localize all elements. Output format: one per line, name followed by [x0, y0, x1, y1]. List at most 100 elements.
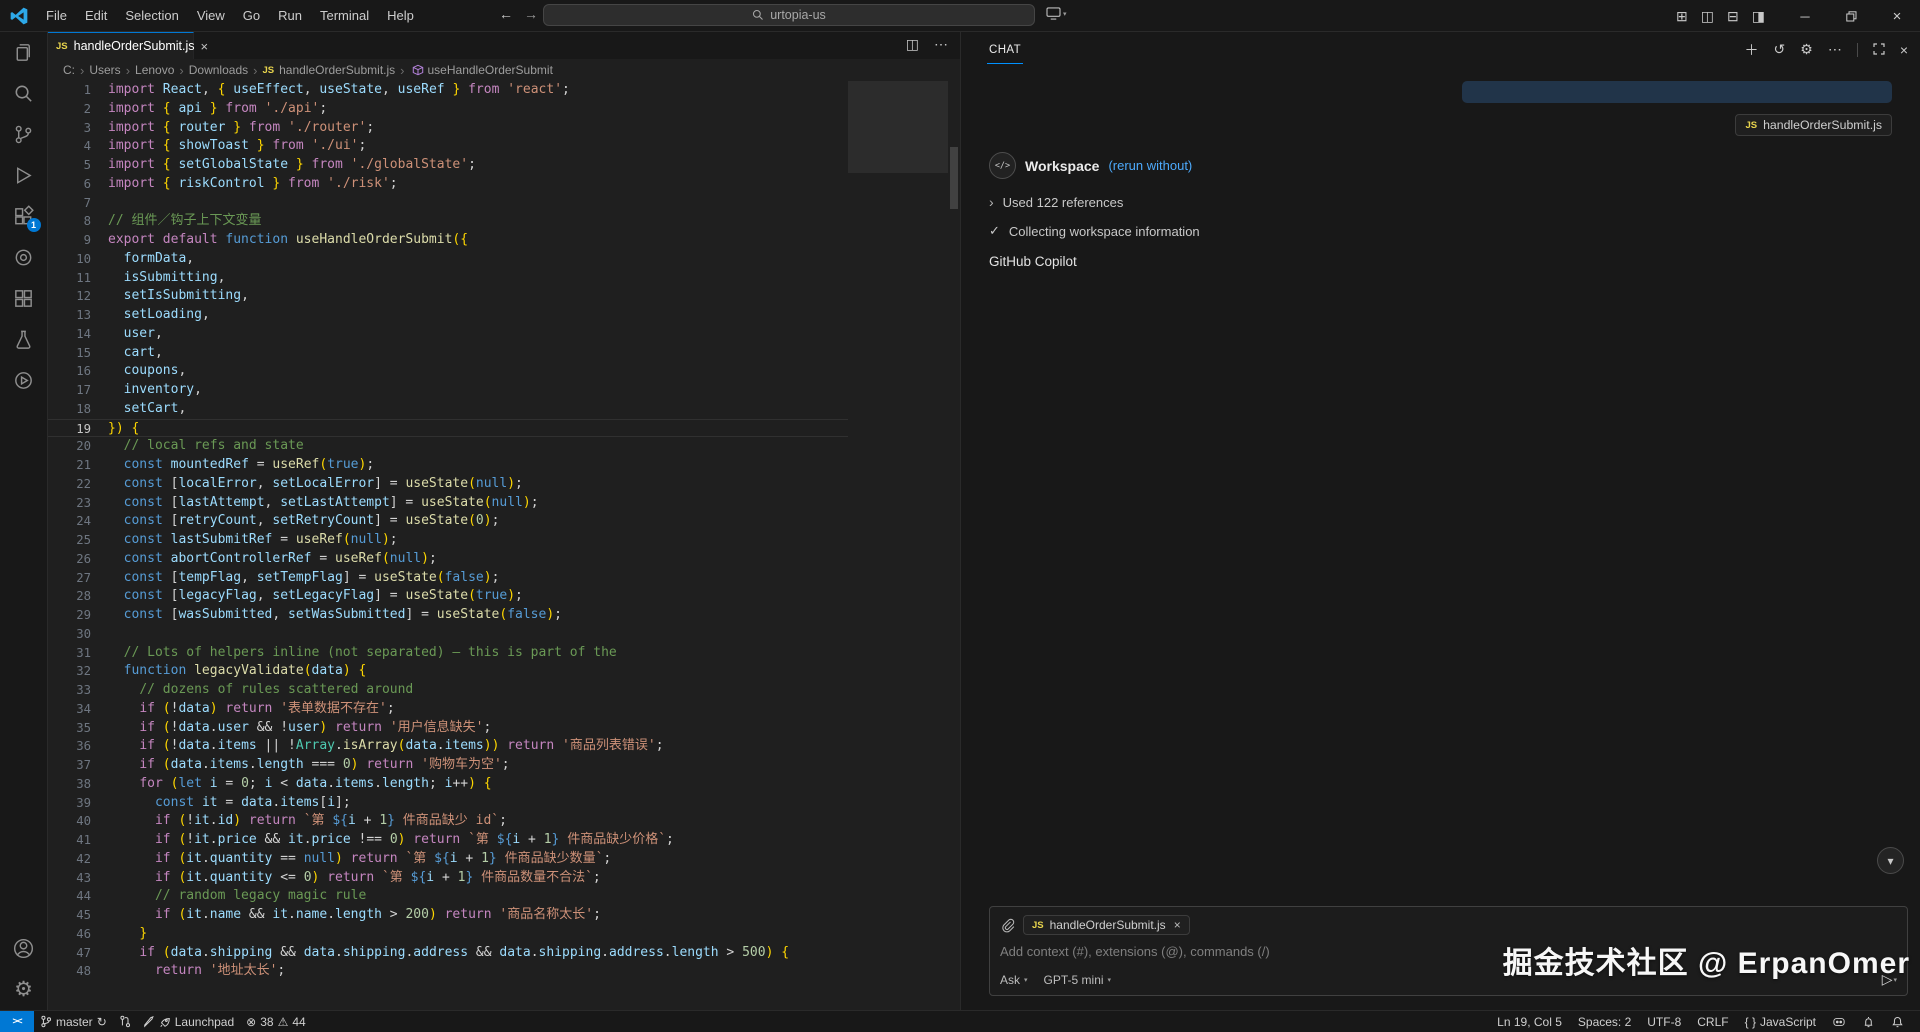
send-button[interactable]: ▷ ▾ — [1882, 971, 1897, 988]
code-line[interactable]: 42 if (it.quantity == null) return `第 ${… — [48, 850, 848, 869]
editor-more-actions-icon[interactable]: ⋯ — [934, 36, 948, 53]
code-line[interactable]: 23 const [lastAttempt, setLastAttempt] =… — [48, 494, 848, 513]
code-line[interactable]: 44 // random legacy magic rule — [48, 887, 848, 906]
chat-more-icon[interactable]: ⋯ — [1828, 41, 1842, 58]
menu-edit[interactable]: Edit — [76, 5, 116, 27]
code-line[interactable]: 48 return '地址太长'; — [48, 962, 848, 981]
eol-item[interactable]: CRLF — [1689, 1011, 1736, 1032]
code-line[interactable]: 3 import { router } from './router'; — [48, 119, 848, 138]
run-debug-icon[interactable] — [0, 155, 48, 196]
code-line[interactable]: 22 const [localError, setLocalError] = u… — [48, 475, 848, 494]
customize-layout-icon[interactable]: ⊞ — [1676, 8, 1688, 25]
breadcrumb-item[interactable]: Lenovo — [135, 63, 174, 77]
toggle-panel-icon[interactable]: ⊟ — [1727, 8, 1739, 25]
chat-history-icon[interactable]: ↺ — [1774, 41, 1786, 58]
code-line[interactable]: 33 // dozens of rules scattered around — [48, 681, 848, 700]
breadcrumb-item[interactable]: useHandleOrderSubmit — [428, 63, 553, 77]
command-center-search[interactable]: urtopia-us — [543, 4, 1035, 26]
tab-handleordersubmit[interactable]: JS handleOrderSubmit.js × — [48, 32, 208, 59]
code-line[interactable]: 6 import { riskControl } from './risk'; — [48, 175, 848, 194]
toggle-sidebar-icon[interactable]: ◫ — [1701, 8, 1714, 25]
code-line[interactable]: 29 const [wasSubmitted, setWasSubmitted]… — [48, 606, 848, 625]
backup-sync-icon[interactable]: ▾ — [1046, 7, 1067, 20]
language-mode-item[interactable]: { } JavaScript — [1737, 1011, 1824, 1032]
code-line[interactable]: 39 const it = data.items[i]; — [48, 794, 848, 813]
code-line[interactable]: 32 function legacyValidate(data) { — [48, 662, 848, 681]
toggle-secondary-sidebar-icon[interactable]: ◨ — [1752, 8, 1765, 25]
tab-chat[interactable]: CHAT — [986, 40, 1024, 64]
cursor-position-item[interactable]: Ln 19, Col 5 — [1489, 1011, 1570, 1032]
code-line[interactable]: 25 const lastSubmitRef = useRef(null); — [48, 531, 848, 550]
code-line[interactable]: 34 if (!data) return '表单数据不存在'; — [48, 700, 848, 719]
attach-context-paperclip-icon[interactable] — [1000, 918, 1015, 933]
code-line[interactable]: 2 import { api } from './api'; — [48, 100, 848, 119]
code-line[interactable]: 40 if (!it.id) return `第 ${i + 1} 件商品缺少 … — [48, 812, 848, 831]
extensions-icon[interactable]: 1 — [0, 196, 48, 237]
menu-go[interactable]: Go — [234, 5, 269, 27]
account-icon[interactable] — [0, 928, 48, 969]
split-editor-icon[interactable]: ◫ — [906, 36, 919, 53]
code-line[interactable]: 47 if (data.shipping && data.shipping.ad… — [48, 944, 848, 963]
source-control-icon[interactable] — [0, 114, 48, 155]
code-line[interactable]: 30 — [48, 625, 848, 644]
context-file-chip[interactable]: JS handleOrderSubmit.js × — [1023, 915, 1190, 935]
launchpad-item[interactable]: Launchpad — [137, 1011, 240, 1032]
notifications-item[interactable] — [1883, 1011, 1912, 1032]
code-line[interactable]: 16 coupons, — [48, 362, 848, 381]
chat-maximize-icon[interactable] — [1873, 42, 1885, 58]
code-line[interactable]: 19}) { — [48, 418, 848, 438]
breadcrumb-item[interactable]: C: — [63, 63, 75, 77]
window-minimize-button[interactable]: ─ — [1782, 0, 1828, 32]
code-line[interactable]: 26 const abortControllerRef = useRef(nul… — [48, 550, 848, 569]
code-line[interactable]: 1 import React, { useEffect, useState, us… — [48, 81, 848, 100]
code-line[interactable]: 46 } — [48, 925, 848, 944]
settings-gear-icon[interactable]: ⚙ — [0, 969, 48, 1010]
menu-terminal[interactable]: Terminal — [311, 5, 378, 27]
copilot-status-item[interactable] — [1824, 1011, 1854, 1032]
code-line[interactable]: 8 // 组件／钩子上下文变量 — [48, 212, 848, 231]
used-references-toggle[interactable]: › Used 122 references — [989, 194, 1892, 210]
minimap-slider[interactable] — [848, 81, 948, 173]
search-view-icon[interactable] — [0, 73, 48, 114]
chat-close-icon[interactable]: × — [1900, 42, 1908, 58]
chat-settings-gear-icon[interactable]: ⚙ — [1800, 41, 1813, 58]
problems-item[interactable]: ⊗ 38 ⚠ 44 — [240, 1011, 312, 1032]
encoding-item[interactable]: UTF-8 — [1639, 1011, 1689, 1032]
minimap[interactable] — [848, 81, 948, 1010]
code-line[interactable]: 36 if (!data.items || !Array.isArray(dat… — [48, 737, 848, 756]
code-line[interactable]: 45 if (it.name && it.name.length > 200) … — [48, 906, 848, 925]
breadcrumb-item[interactable]: handleOrderSubmit.js — [279, 63, 395, 77]
window-close-button[interactable]: × — [1874, 0, 1920, 32]
feedback-item[interactable] — [1854, 1011, 1883, 1032]
code-line[interactable]: 11 isSubmitting, — [48, 269, 848, 288]
code-line[interactable]: 5 import { setGlobalState } from './globa… — [48, 156, 848, 175]
code-line[interactable]: 17 inventory, — [48, 381, 848, 400]
back-arrow-icon[interactable]: ← — [499, 6, 513, 22]
window-restore-button[interactable] — [1828, 0, 1874, 32]
code-line[interactable]: 10 formData, — [48, 250, 848, 269]
scrollbar-thumb[interactable] — [950, 147, 958, 209]
code-line[interactable]: 35 if (!data.user && !user) return '用户信息… — [48, 719, 848, 738]
menu-run[interactable]: Run — [269, 5, 311, 27]
code-line[interactable]: 21 const mountedRef = useRef(true); — [48, 456, 848, 475]
model-dropdown[interactable]: GPT-5 mini ▾ — [1044, 973, 1112, 987]
chat-input-placeholder[interactable]: Add context (#), extensions (@), command… — [1000, 944, 1897, 959]
code-line[interactable]: 12 setIsSubmitting, — [48, 287, 848, 306]
extension-target-icon[interactable] — [0, 237, 48, 278]
code-line[interactable]: 14 user, — [48, 325, 848, 344]
code-line[interactable]: 43 if (it.quantity <= 0) return `第 ${i +… — [48, 869, 848, 888]
indentation-item[interactable]: Spaces: 2 — [1570, 1011, 1639, 1032]
code-line[interactable]: 38 for (let i = 0; i < data.items.length… — [48, 775, 848, 794]
code-line[interactable]: 9 export default function useHandleOrderS… — [48, 231, 848, 250]
remote-indicator[interactable]: >< — [0, 1011, 34, 1032]
remove-context-icon[interactable]: × — [1174, 918, 1181, 932]
breadcrumb-item[interactable]: Downloads — [189, 63, 248, 77]
scroll-to-bottom-button[interactable]: ▾ — [1877, 847, 1904, 874]
code-line[interactable]: 13 setLoading, — [48, 306, 848, 325]
code-line[interactable]: 37 if (data.items.length === 0) return '… — [48, 756, 848, 775]
menu-selection[interactable]: Selection — [116, 5, 187, 27]
compare-branch-item[interactable] — [113, 1011, 137, 1032]
menu-file[interactable]: File — [37, 5, 76, 27]
mode-dropdown[interactable]: Ask ▾ — [1000, 973, 1028, 987]
explorer-icon[interactable] — [0, 32, 48, 73]
